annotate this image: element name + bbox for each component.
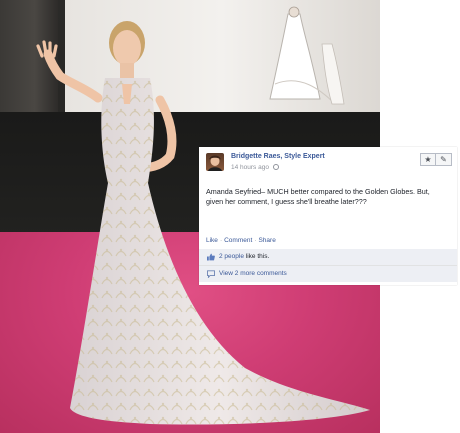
- star-button[interactable]: ★: [420, 153, 436, 166]
- author-name-link[interactable]: Bridgette Raes, Style Expert: [231, 153, 325, 160]
- globe-icon: [272, 164, 279, 170]
- edit-pencil-button[interactable]: ✎: [436, 153, 452, 166]
- likes-count-link[interactable]: 2 people: [219, 253, 244, 260]
- speech-bubble-icon: [207, 270, 215, 278]
- comment-controls: ★ ✎: [420, 153, 452, 166]
- share-link[interactable]: Share: [258, 237, 275, 244]
- likes-suffix: like this.: [245, 253, 270, 260]
- like-link[interactable]: Like: [206, 237, 218, 244]
- comment-body: Amanda Seyfried– MUCH better compared to…: [206, 187, 430, 207]
- comment-actions: Like · Comment · Share: [206, 237, 276, 244]
- thumbs-up-icon: [207, 253, 215, 261]
- profile-photo-icon: [208, 155, 222, 171]
- likes-text: 2 people like this.: [219, 253, 269, 260]
- avatar[interactable]: [206, 153, 224, 171]
- comment-link[interactable]: Comment: [224, 237, 252, 244]
- view-more-comments-row[interactable]: View 2 more comments: [199, 266, 457, 282]
- post-meta: 14 hours ago: [231, 164, 279, 171]
- view-more-comments-link[interactable]: View 2 more comments: [219, 270, 287, 277]
- comment-header: Bridgette Raes, Style Expert 14 hours ag…: [199, 147, 457, 177]
- facebook-comment-card: Bridgette Raes, Style Expert 14 hours ag…: [199, 147, 457, 285]
- likes-row: 2 people like this.: [199, 249, 457, 266]
- timestamp-link[interactable]: 14 hours ago: [231, 164, 269, 171]
